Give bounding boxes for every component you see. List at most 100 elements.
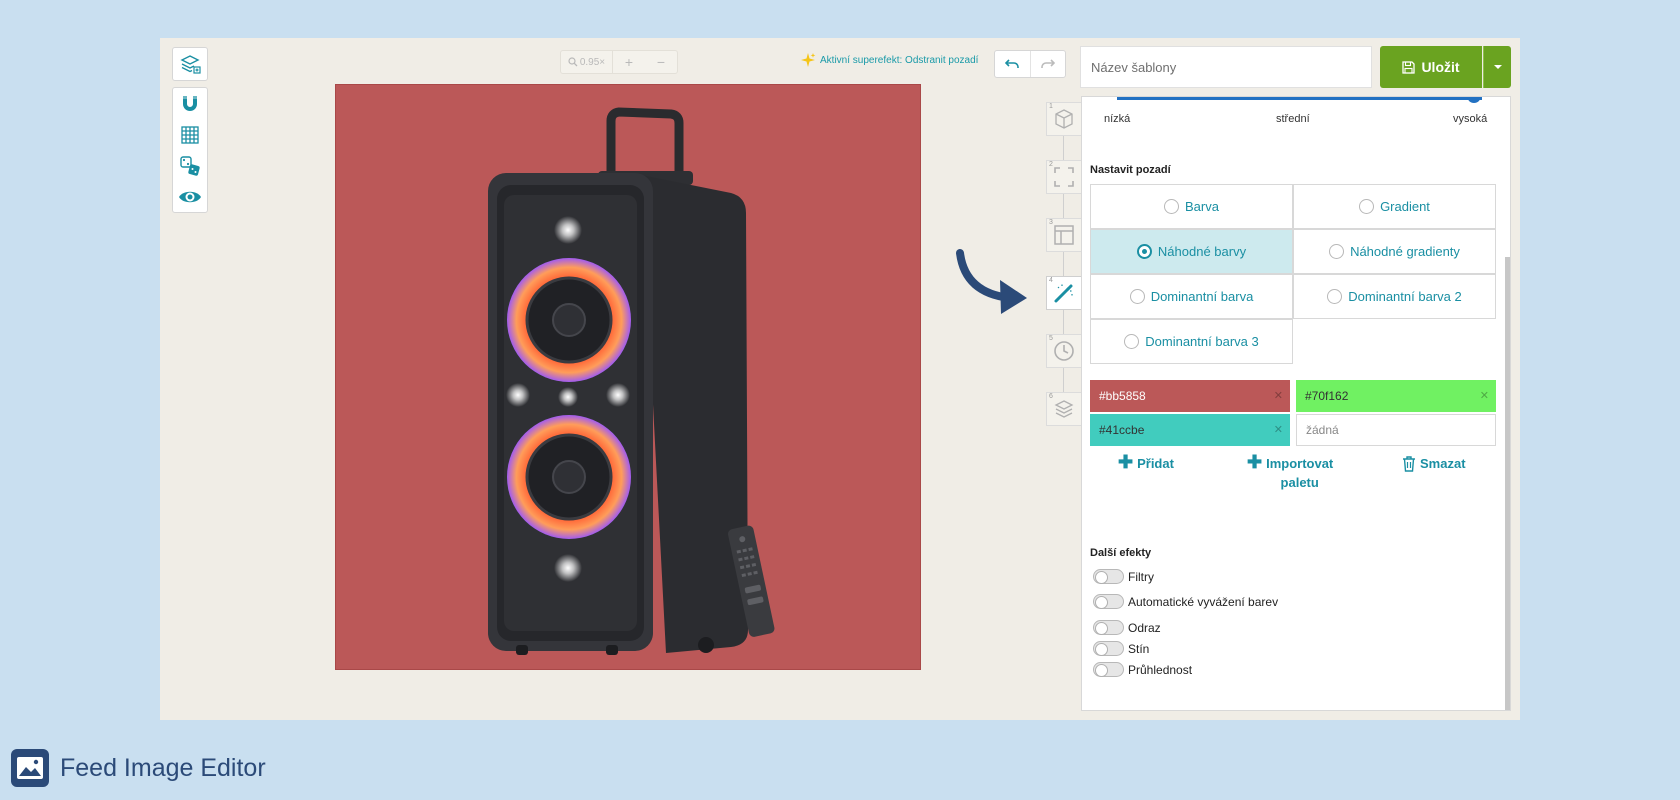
effect-label: Odraz (1128, 620, 1161, 635)
effect-label: Stín (1128, 641, 1150, 656)
quality-slider-thumb[interactable] (1467, 97, 1481, 103)
swatch-label: #70f162 (1305, 389, 1349, 403)
panel-scrollbar[interactable] (1505, 257, 1510, 710)
bg-option-random-gradients[interactable]: Náhodné gradienty (1293, 229, 1496, 274)
effect-label: Průhlednost (1128, 662, 1193, 677)
grid-icon[interactable] (173, 119, 207, 150)
effect-transparency: Průhlednost (1093, 662, 1192, 677)
step-5-history[interactable]: 5 (1046, 334, 1082, 368)
import-palette-button[interactable]: ✚ Importovat paletu (1247, 452, 1333, 492)
effects-section-title: Další efekty (1090, 547, 1152, 559)
magnifier-icon (568, 57, 578, 67)
bg-option-label: Náhodné barvy (1157, 244, 1247, 259)
remove-swatch-icon[interactable]: ✕ (1480, 389, 1489, 402)
clock-icon (1054, 341, 1074, 361)
transparency-toggle[interactable] (1093, 662, 1124, 677)
bg-option-dominant-color-3[interactable]: Dominantní barva 3 (1090, 319, 1293, 364)
import-palette-label: Importovat paletu (1266, 454, 1333, 492)
step-2-crop[interactable]: 2 (1046, 160, 1082, 194)
color-swatch-2[interactable]: #70f162 ✕ (1296, 380, 1496, 412)
cube-icon (1055, 109, 1073, 129)
layers-icon (1054, 400, 1074, 418)
add-layer-icon[interactable] (173, 48, 207, 79)
quality-slider-track[interactable] (1117, 97, 1482, 100)
layout-icon (1054, 225, 1074, 245)
step-number: 2 (1049, 161, 1053, 168)
active-supereffect[interactable]: Aktivní superefekt: Odstranit pozadí (800, 52, 978, 68)
template-name-input[interactable] (1080, 46, 1372, 88)
remove-swatch-icon[interactable]: ✕ (1274, 389, 1283, 402)
radio-icon (1329, 244, 1345, 259)
save-button[interactable]: Uložit (1380, 46, 1482, 88)
bg-option-gradient[interactable]: Gradient (1293, 184, 1496, 229)
filters-toggle[interactable] (1093, 569, 1124, 584)
swatch-label: #bb5858 (1099, 389, 1146, 403)
plus-icon: ✚ (1247, 452, 1263, 472)
color-swatch-empty[interactable]: žádná (1296, 414, 1496, 446)
trash-icon (1403, 456, 1415, 472)
brand: Feed Image Editor (10, 748, 266, 788)
bg-option-label: Dominantní barva (1150, 289, 1254, 304)
image-canvas[interactable] (335, 84, 921, 670)
color-swatch-1[interactable]: #bb5858 ✕ (1090, 380, 1290, 412)
reflection-toggle[interactable] (1093, 620, 1124, 635)
effect-label: Filtry (1128, 569, 1154, 584)
image-logo-icon (11, 749, 49, 787)
step-number: 6 (1049, 393, 1053, 400)
step-number: 5 (1049, 335, 1053, 342)
redo-button[interactable] (1031, 51, 1066, 77)
radio-selected-icon (1136, 244, 1152, 259)
add-color-button[interactable]: ✚ Přidat (1118, 453, 1174, 473)
step-4-effects[interactable]: 4 (1046, 276, 1082, 310)
step-1-object[interactable]: 1 (1046, 102, 1082, 136)
shadow-toggle[interactable] (1093, 641, 1124, 656)
undo-button[interactable] (995, 51, 1031, 77)
editor-app: 0.95× + − Aktivní superefekt: Odstranit … (160, 38, 1520, 720)
floppy-disk-icon (1402, 60, 1416, 74)
step-number: 3 (1049, 219, 1053, 226)
bg-option-label: Gradient (1380, 199, 1430, 214)
step-number: 4 (1049, 277, 1053, 284)
bg-option-label: Dominantní barva 2 (1348, 289, 1462, 304)
bg-option-color[interactable]: Barva (1090, 184, 1293, 229)
save-options-dropdown[interactable] (1483, 46, 1511, 88)
history-controls (994, 50, 1066, 78)
save-label: Uložit (1421, 59, 1460, 75)
pointer-arrow-icon (956, 249, 1027, 314)
color-swatch-3[interactable]: #41ccbe ✕ (1090, 414, 1290, 446)
zoom-in-button[interactable]: + (613, 54, 645, 70)
radio-icon (1359, 199, 1375, 214)
auto-balance-toggle[interactable] (1093, 594, 1124, 609)
bg-option-dominant-color[interactable]: Dominantní barva (1090, 274, 1293, 319)
zoom-control: 0.95× + − (560, 50, 678, 74)
bg-option-dominant-color-2[interactable]: Dominantní barva 2 (1293, 274, 1496, 319)
settings-panel: nízká střední vysoká Nastavit pozadí Bar… (1081, 96, 1511, 711)
fullscreen-icon (1054, 167, 1074, 187)
remove-swatch-icon[interactable]: ✕ (1274, 423, 1283, 436)
zoom-out-button[interactable]: − (645, 54, 677, 70)
slider-label-low: nízká (1104, 113, 1131, 125)
product-image (488, 107, 775, 655)
swatch-label: žádná (1306, 423, 1339, 437)
bg-option-random-colors[interactable]: Náhodné barvy (1090, 229, 1293, 274)
delete-colors-label: Smazat (1420, 456, 1466, 471)
redo-icon (1040, 59, 1055, 68)
step-6-layers[interactable]: 6 (1046, 392, 1082, 426)
effect-shadow: Stín (1093, 641, 1149, 656)
radio-icon (1129, 289, 1145, 304)
effect-filters: Filtry (1093, 569, 1154, 584)
effect-auto-color-balance: Automatické vyvážení barev (1093, 594, 1278, 609)
zoom-value[interactable]: 0.95× (561, 51, 613, 73)
layers-toolbox (172, 47, 208, 81)
step-3-layout[interactable]: 3 (1046, 218, 1082, 252)
eye-icon[interactable] (173, 181, 207, 212)
delete-colors-button[interactable]: Smazat (1402, 454, 1466, 473)
dice-icon[interactable] (173, 150, 207, 181)
effect-reflection: Odraz (1093, 620, 1161, 635)
magnet-icon[interactable] (173, 88, 207, 119)
bg-option-label: Dominantní barva 3 (1145, 334, 1259, 349)
step-number: 1 (1049, 103, 1053, 110)
undo-icon (1005, 59, 1020, 68)
add-color-label: Přidat (1137, 456, 1174, 471)
canvas-toolbox (172, 87, 208, 213)
